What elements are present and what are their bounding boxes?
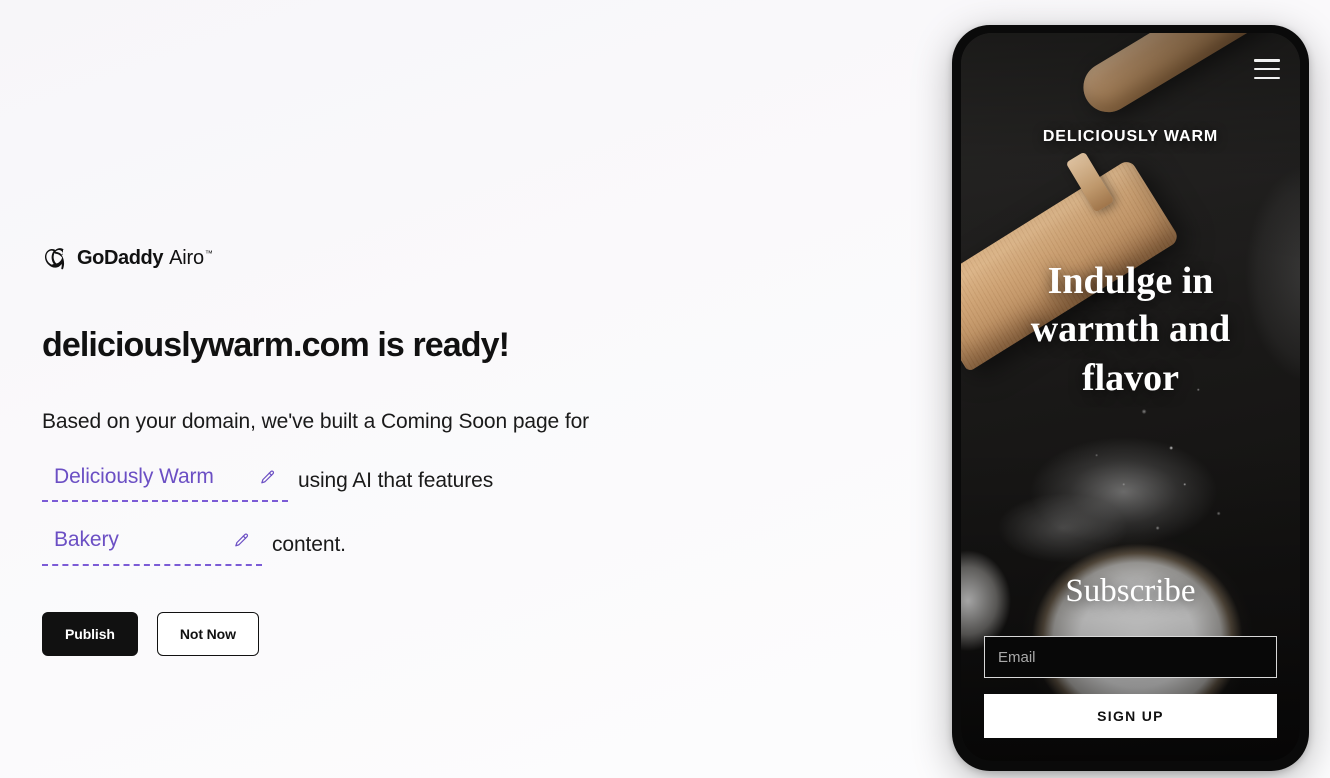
logo-wordmark: GoDaddy Airo™ [77, 247, 213, 270]
phone-preview-frame: DELICIOUSLY WARM Indulge in warmth and f… [952, 25, 1309, 771]
hamburger-line [1254, 59, 1280, 62]
page-title: deliciouslywarm.com is ready! [42, 326, 510, 364]
email-input[interactable] [984, 636, 1277, 678]
logo-airo-text: Airo™ [169, 247, 213, 270]
paragraph-text-2: using AI that features [298, 469, 494, 493]
preview-site-brand: DELICIOUSLY WARM [1042, 128, 1219, 145]
pencil-icon[interactable] [233, 532, 250, 549]
editable-business-name-value: Deliciously Warm [54, 464, 214, 488]
preview-site-ui: DELICIOUSLY WARM Indulge in warmth and f… [961, 33, 1300, 761]
editable-category-field[interactable]: Bakery [42, 524, 262, 567]
publish-button[interactable]: Publish [42, 612, 138, 657]
preview-hero-heading: Indulge in warmth and flavor [1030, 260, 1231, 399]
paragraph-line-2: Deliciously Warm using AI that features [42, 461, 742, 503]
action-button-row: Publish Not Now [42, 612, 742, 657]
paragraph-text-3: content. [272, 532, 346, 556]
paragraph-line-3: Bakery content. [42, 524, 742, 567]
godaddy-heart-swirl-icon [44, 248, 65, 270]
sign-up-button[interactable]: SIGN UP [984, 694, 1277, 738]
left-panel: GoDaddy Airo™ deliciouslywarm.com is rea… [0, 0, 950, 778]
hamburger-line [1254, 67, 1280, 71]
editable-category-value: Bakery [54, 528, 119, 552]
paragraph-line-1: Based on your domain, we've built a Comi… [42, 406, 742, 439]
phone-screen: DELICIOUSLY WARM Indulge in warmth and f… [961, 33, 1300, 761]
description-paragraph: Based on your domain, we've built a Comi… [42, 406, 742, 567]
paragraph-text-1: Based on your domain, we've built a Comi… [42, 410, 590, 434]
pencil-icon[interactable] [259, 469, 276, 486]
godaddy-airo-logo: GoDaddy Airo™ [42, 243, 742, 273]
hamburger-line [1254, 76, 1280, 79]
preview-subscribe-form: SIGN UP [984, 636, 1277, 738]
not-now-button[interactable]: Not Now [156, 612, 259, 657]
logo-godaddy-text: GoDaddy [77, 246, 164, 269]
logo-trademark: ™ [204, 248, 213, 258]
editable-business-name-field[interactable]: Deliciously Warm [42, 461, 288, 503]
preview-subscribe-title: Subscribe [1065, 573, 1196, 609]
onboarding-content: GoDaddy Airo™ deliciouslywarm.com is rea… [42, 243, 742, 657]
logo-airo-label: Airo [169, 246, 204, 269]
hamburger-menu-icon[interactable] [1254, 59, 1280, 79]
